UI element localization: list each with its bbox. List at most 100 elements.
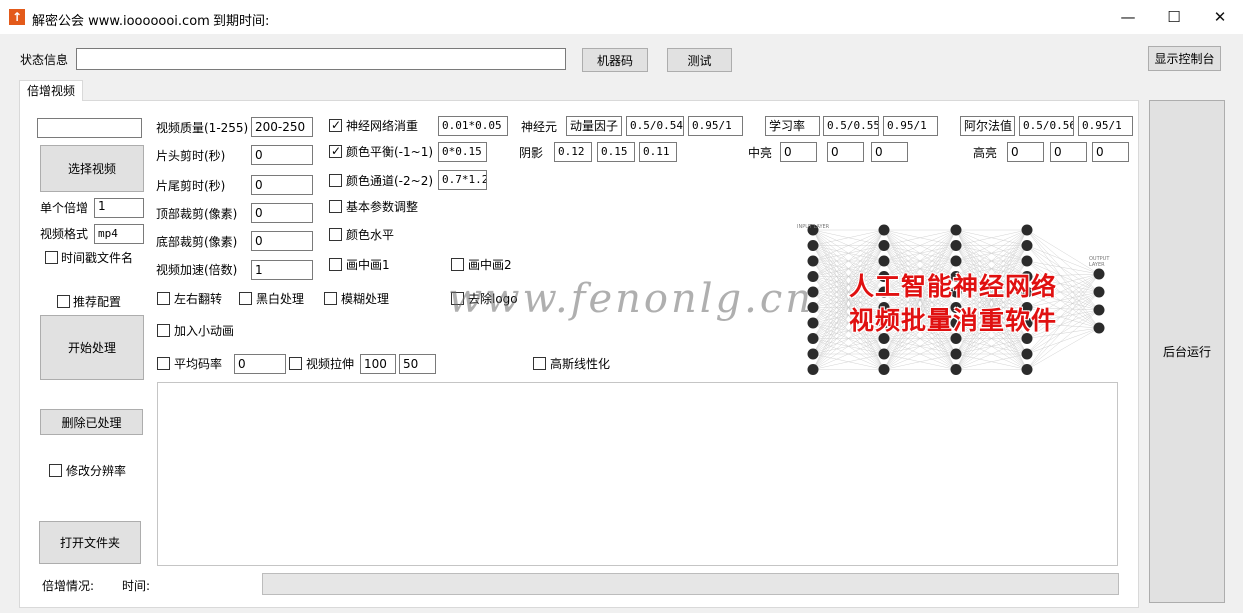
bw-checkbox[interactable] — [239, 292, 252, 305]
gauss-label: 高斯线性化 — [550, 357, 611, 371]
open-folder-button[interactable]: 打开文件夹 — [39, 521, 141, 564]
highlight-b-input[interactable]: 0 — [1092, 142, 1129, 162]
pip2-checkbox[interactable] — [451, 258, 464, 271]
nn-dedupe-checkbox[interactable] — [329, 117, 342, 133]
nn-node — [878, 364, 890, 375]
midtone-g-input[interactable]: 0 — [827, 142, 864, 162]
nn-node — [878, 224, 890, 236]
log-textarea[interactable] — [157, 382, 1118, 566]
gauss-checkbox[interactable] — [533, 357, 546, 370]
tail-cut-label: 片尾剪时(秒) — [156, 179, 226, 193]
nn-node — [950, 348, 962, 360]
stretch-width-input[interactable]: 100 — [360, 354, 396, 374]
bw-label: 黑白处理 — [256, 292, 305, 306]
quality-input[interactable]: 200-250 — [251, 117, 313, 137]
minimize-icon[interactable]: — — [1105, 0, 1151, 34]
select-video-button[interactable]: 选择视频 — [40, 145, 144, 192]
delete-processed-button[interactable]: 删除已处理 — [40, 409, 143, 435]
blur-label: 模糊处理 — [341, 292, 390, 306]
banner-line2: 视频批量消重软件 — [849, 306, 1058, 335]
alpha-value1-input[interactable]: 0.5/0.56 — [1019, 116, 1074, 136]
color-channel-checkbox[interactable] — [329, 174, 342, 187]
top-crop-label: 顶部裁剪(像素) — [156, 207, 238, 221]
alpha-value2-input[interactable]: 0.95/1 — [1078, 116, 1133, 136]
app-icon: ↑ — [9, 9, 25, 25]
momentum-value1-input[interactable]: 0.5/0.54 — [626, 116, 684, 136]
flip-checkbox[interactable] — [157, 292, 170, 305]
recommend-checkbox[interactable] — [57, 295, 70, 308]
show-console-button[interactable]: 显示控制台 — [1148, 46, 1221, 71]
nn-node — [1093, 304, 1105, 316]
shadow-b-input[interactable]: 0.11 — [639, 142, 677, 162]
head-cut-input[interactable]: 0 — [251, 145, 313, 165]
nn-node — [878, 255, 890, 267]
stretch-checkbox[interactable] — [289, 357, 302, 370]
machine-code-button[interactable]: 机器码 — [582, 48, 648, 72]
flip-label: 左右翻转 — [174, 292, 223, 306]
left-top-input[interactable] — [37, 118, 142, 138]
background-run-button[interactable]: 后台运行 — [1149, 100, 1225, 603]
shadow-label: 阴影 — [519, 146, 544, 160]
head-cut-label: 片头剪时(秒) — [156, 149, 226, 163]
watermark: www.fenonlg.cn — [448, 276, 815, 322]
status-field[interactable] — [76, 48, 566, 70]
quality-label: 视频质量(1-255) — [156, 121, 249, 135]
timestamp-checkbox[interactable] — [45, 251, 58, 264]
progress-label: 倍增情况: — [42, 579, 95, 593]
learning-rate-field[interactable]: 学习率 — [765, 116, 820, 136]
format-input[interactable]: mp4 — [94, 224, 144, 244]
shadow-g-input[interactable]: 0.15 — [597, 142, 635, 162]
midtone-r-input[interactable]: 0 — [780, 142, 817, 162]
nn-node — [807, 364, 819, 375]
highlight-label: 高亮 — [973, 146, 998, 160]
midtone-b-input[interactable]: 0 — [871, 142, 908, 162]
resolution-checkbox[interactable] — [49, 464, 62, 477]
color-channel-input[interactable]: 0.7*1.2 — [438, 170, 487, 190]
stretch-height-input[interactable]: 50 — [399, 354, 436, 374]
nn-node — [807, 255, 819, 267]
nn-node — [807, 240, 819, 251]
bottom-crop-input[interactable]: 0 — [251, 231, 313, 251]
maximize-icon[interactable]: ☐ — [1151, 0, 1197, 34]
test-button[interactable]: 测试 — [667, 48, 732, 72]
top-crop-input[interactable]: 0 — [251, 203, 313, 223]
tail-cut-input[interactable]: 0 — [251, 175, 313, 195]
multiply-input[interactable]: 1 — [94, 198, 144, 218]
nn-node — [1093, 268, 1105, 280]
time-label: 时间: — [122, 579, 151, 593]
midtone-label: 中亮 — [748, 146, 773, 160]
bitrate-input[interactable]: 0 — [234, 354, 286, 374]
alpha-field[interactable]: 阿尔法值 — [960, 116, 1015, 136]
nn-node — [1093, 286, 1105, 298]
input-layer-label: INPUT LAYER — [797, 224, 830, 230]
momentum-value2-input[interactable]: 0.95/1 — [688, 116, 743, 136]
nn-node — [807, 348, 819, 360]
basic-params-checkbox[interactable] — [329, 200, 342, 213]
highlight-r-input[interactable]: 0 — [1007, 142, 1044, 162]
learning-rate-value1-input[interactable]: 0.5/0.55 — [823, 116, 879, 136]
nn-node — [1021, 348, 1033, 360]
recommend-label: 推荐配置 — [73, 295, 122, 309]
speed-input[interactable]: 1 — [251, 260, 313, 280]
start-button[interactable]: 开始处理 — [40, 315, 144, 380]
nn-node — [807, 333, 819, 344]
output-layer-label: OUTPUT LAYER — [1089, 256, 1110, 268]
color-level-label: 颜色水平 — [346, 228, 395, 242]
nn-dedupe-input[interactable]: 0.01*0.05 — [438, 116, 508, 136]
highlight-g-input[interactable]: 0 — [1050, 142, 1087, 162]
pip1-checkbox[interactable] — [329, 258, 342, 271]
momentum-field[interactable]: 动量因子 — [566, 116, 622, 136]
tab-video-multiply[interactable]: 倍增视频 — [19, 80, 83, 101]
nn-node — [1093, 322, 1105, 334]
color-balance-input[interactable]: 0*0.15 — [438, 142, 487, 162]
bitrate-checkbox[interactable] — [157, 357, 170, 370]
animation-checkbox[interactable] — [157, 324, 170, 337]
learning-rate-value2-input[interactable]: 0.95/1 — [883, 116, 938, 136]
color-level-checkbox[interactable] — [329, 228, 342, 241]
color-balance-checkbox[interactable] — [329, 143, 342, 159]
blur-checkbox[interactable] — [324, 292, 337, 305]
close-icon[interactable]: ✕ — [1197, 0, 1243, 34]
shadow-r-input[interactable]: 0.12 — [554, 142, 592, 162]
expire-label: 到期时间: — [213, 14, 270, 29]
nn-node — [950, 255, 962, 267]
